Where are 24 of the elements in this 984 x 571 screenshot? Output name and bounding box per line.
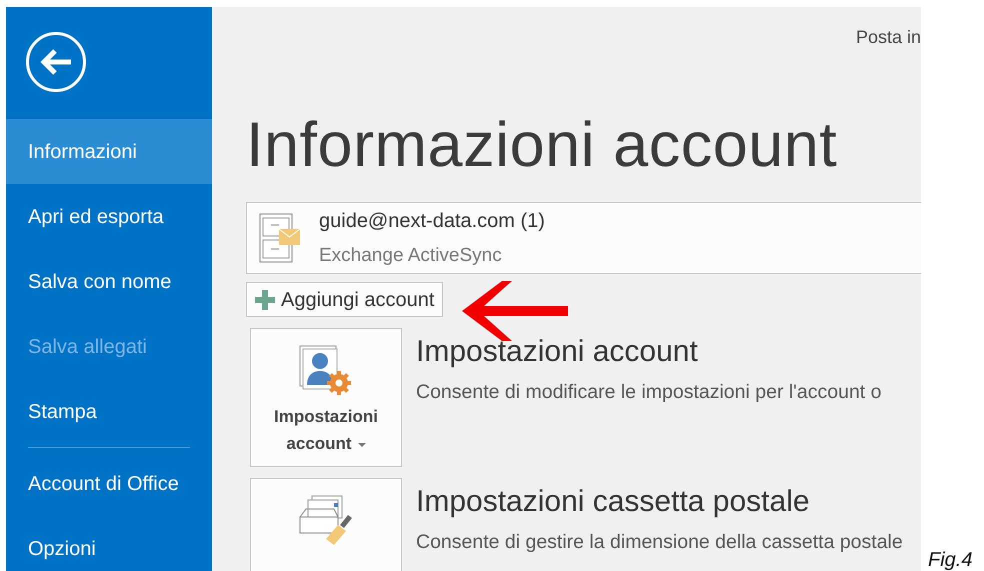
add-account-button[interactable]: Aggiungi account bbox=[246, 282, 444, 317]
page-title: Informazioni account bbox=[246, 114, 838, 177]
sidebar-item[interactable]: Account di Office bbox=[6, 451, 212, 516]
section-description: Consente di gestire la dimensione della cassetta postale bbox=[416, 530, 903, 555]
user-settings-icon bbox=[299, 345, 353, 397]
account-type: Exchange ActiveSync bbox=[319, 244, 503, 268]
arrow-icon bbox=[39, 48, 73, 76]
mailbox-icon bbox=[259, 213, 301, 263]
settings-button[interactable]: Impostazioni account bbox=[250, 328, 402, 467]
settings-button[interactable] bbox=[250, 478, 402, 571]
account-email: guide@next-data.com (1) bbox=[319, 208, 545, 234]
sidebar-item[interactable]: Opzioni bbox=[6, 516, 212, 571]
sidebar-item[interactable]: Apri ed esporta bbox=[6, 184, 212, 249]
section-heading: Impostazioni account bbox=[416, 334, 699, 370]
section-heading: Impostazioni cassetta postale bbox=[416, 484, 811, 520]
figure-caption: Fig.4 bbox=[928, 548, 972, 571]
section-description: Consente di modificare le impostazioni per l'account o bbox=[416, 380, 882, 405]
mail-brush-icon bbox=[298, 495, 354, 545]
plus-icon bbox=[255, 290, 275, 310]
back-button[interactable] bbox=[26, 32, 86, 92]
header-text: Posta in bbox=[854, 26, 921, 49]
sidebar-item[interactable]: Informazioni bbox=[6, 119, 212, 184]
sidebar-item[interactable]: Stampa bbox=[6, 379, 212, 444]
sidebar-item[interactable]: Salva con nome bbox=[6, 249, 212, 314]
